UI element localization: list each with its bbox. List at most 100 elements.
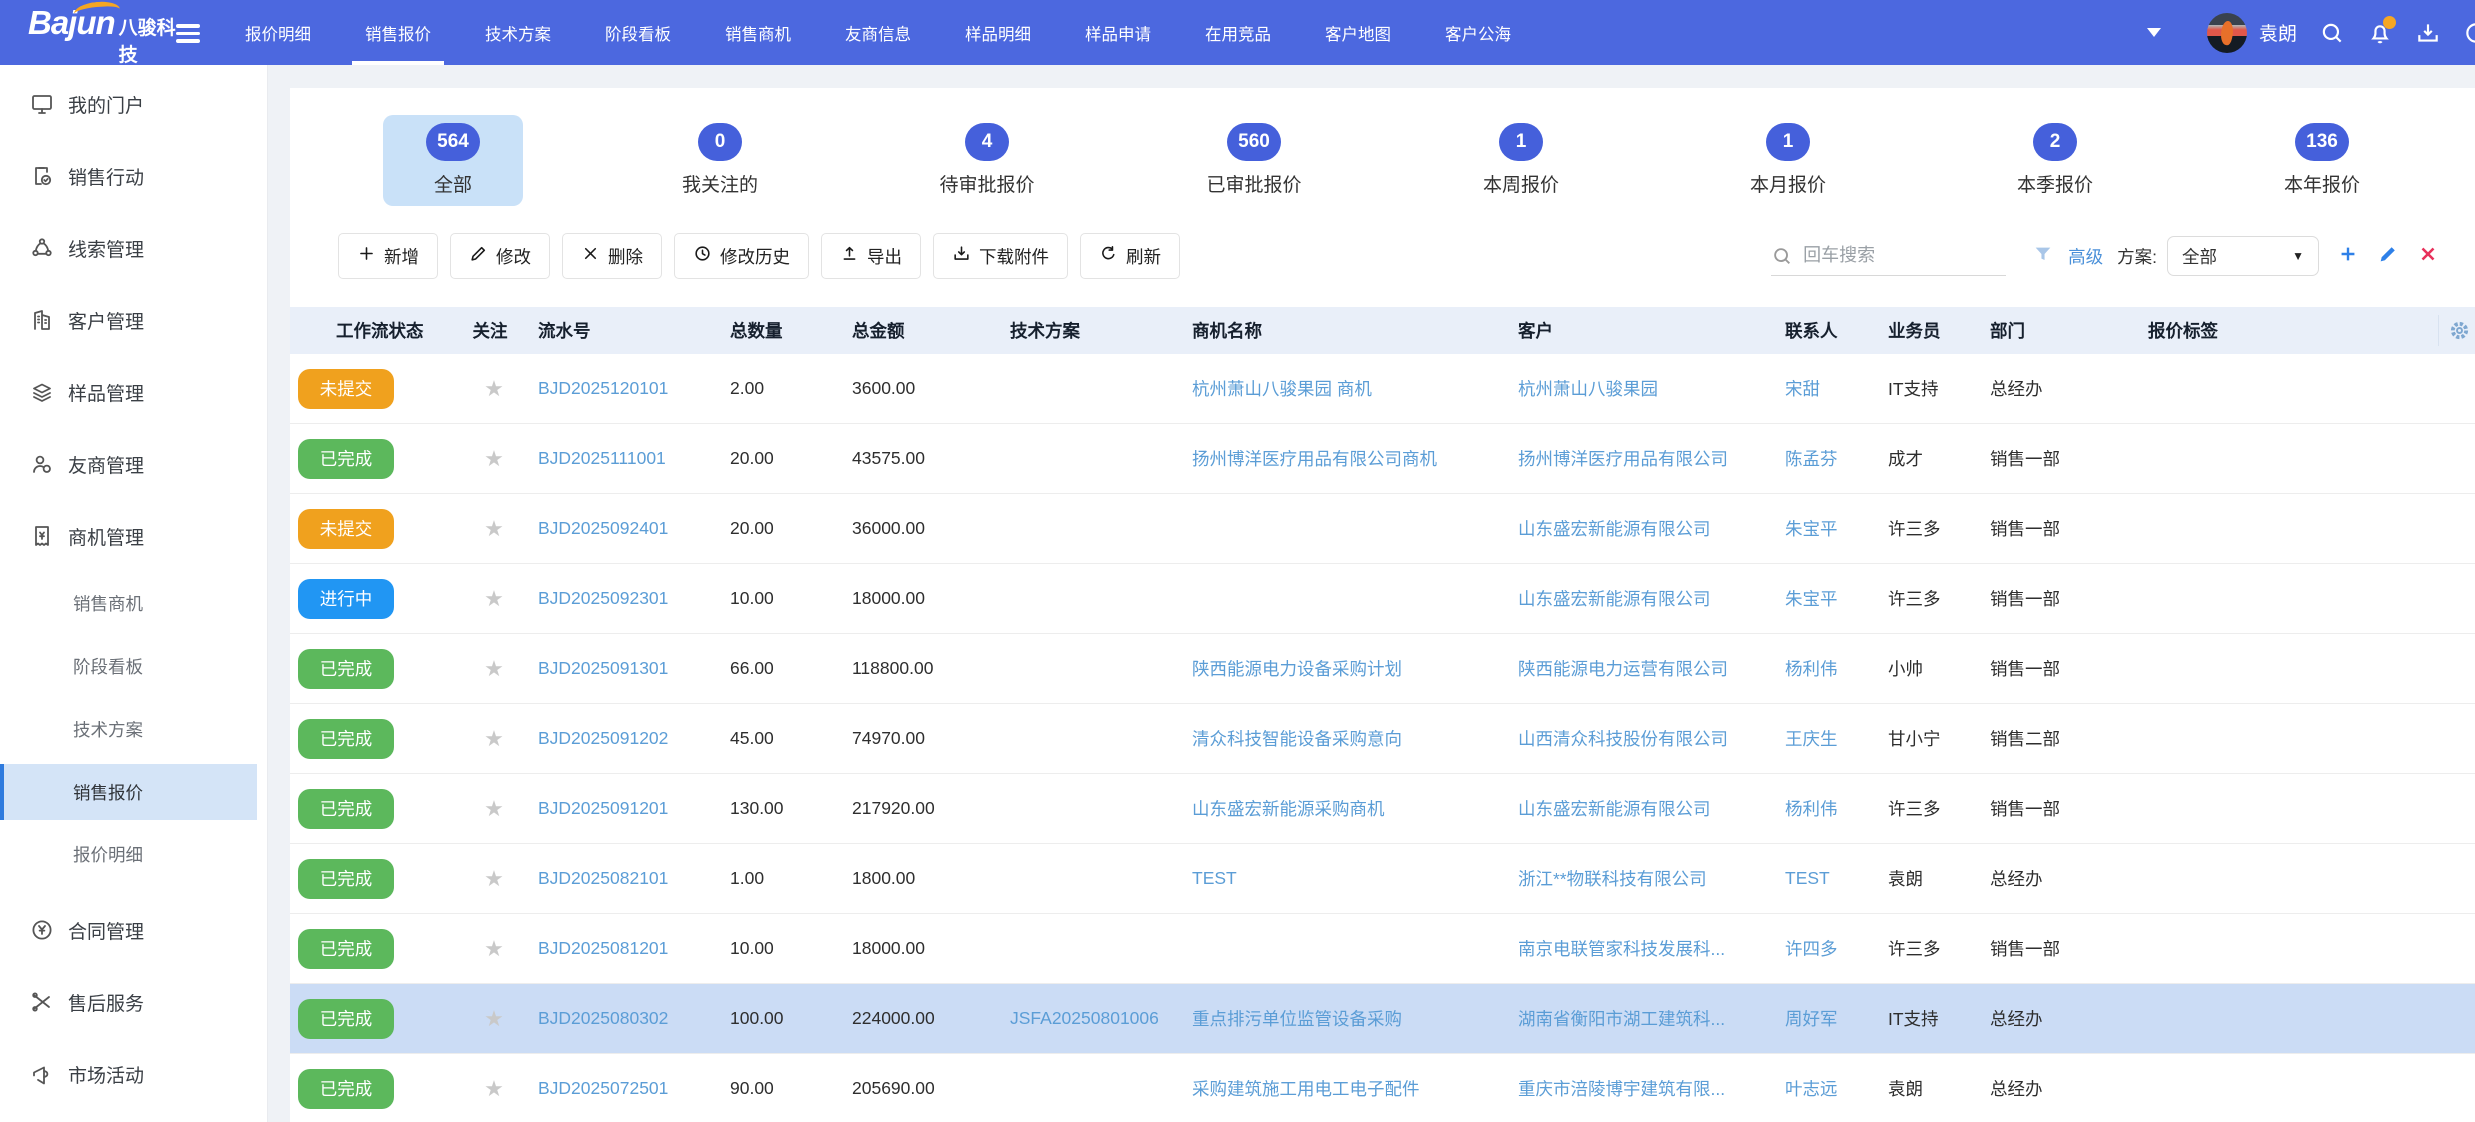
sidebar-item-opportunities[interactable]: 商机管理 <box>0 500 267 572</box>
sidebar-subitem[interactable]: 报价明细 <box>0 823 267 886</box>
favorite-star-icon[interactable]: ★ <box>484 1076 504 1101</box>
serial-link[interactable]: BJD2025081201 <box>538 938 668 958</box>
topbar-nav-item[interactable]: 报价明细 <box>218 0 338 65</box>
opportunity-link[interactable]: 重点排污单位监管设备采购 <box>1192 1009 1402 1029</box>
customer-link[interactable]: 山东盛宏新能源有限公司 <box>1518 589 1711 609</box>
topbar-nav-item[interactable]: 样品明细 <box>938 0 1058 65</box>
topbar-nav-item[interactable]: 阶段看板 <box>578 0 698 65</box>
sidebar-item-after-sales[interactable]: 售后服务 <box>0 966 267 1038</box>
table-row[interactable]: 已完成★BJD202509130166.00118800.00陕西能源电力设备采… <box>290 634 2475 704</box>
table-row[interactable]: 已完成★BJD202508120110.0018000.00南京电联管家科技发展… <box>290 914 2475 984</box>
table-settings-gear-icon[interactable] <box>2448 319 2471 347</box>
stat-tab[interactable]: 564全部 <box>383 115 523 206</box>
search-input[interactable] <box>1801 244 2006 267</box>
refresh-button[interactable]: 刷新 <box>1080 233 1180 279</box>
sidebar-item-customers[interactable]: 客户管理 <box>0 284 267 356</box>
filter-funnel-icon[interactable] <box>2032 243 2054 270</box>
favorite-star-icon[interactable]: ★ <box>484 726 504 751</box>
history-button[interactable]: 修改历史 <box>674 233 809 279</box>
stat-tab[interactable]: 560已审批报价 <box>1184 115 1324 206</box>
customer-link[interactable]: 重庆市涪陵博宇建筑有限... <box>1518 1079 1725 1099</box>
stat-tab[interactable]: 1本周报价 <box>1451 115 1591 206</box>
table-row[interactable]: 已完成★BJD202511100120.0043575.00扬州博洋医疗用品有限… <box>290 424 2475 494</box>
scheme-select[interactable]: 全部 ▼ <box>2167 236 2319 276</box>
favorite-star-icon[interactable]: ★ <box>484 516 504 541</box>
topbar-nav-item[interactable]: 客户地图 <box>1298 0 1418 65</box>
sidebar-item-partners[interactable]: 友商管理 <box>0 428 267 500</box>
serial-link[interactable]: BJD2025080302 <box>538 1008 668 1028</box>
stat-tab[interactable]: 1本月报价 <box>1718 115 1858 206</box>
favorite-star-icon[interactable]: ★ <box>484 796 504 821</box>
contact-link[interactable]: 王庆生 <box>1785 729 1838 749</box>
table-row[interactable]: 未提交★BJD202509240120.0036000.00山东盛宏新能源有限公… <box>290 494 2475 564</box>
stat-tab[interactable]: 2本季报价 <box>1985 115 2125 206</box>
export-button[interactable]: 导出 <box>821 233 921 279</box>
topbar-nav-item[interactable]: 友商信息 <box>818 0 938 65</box>
sidebar-item-samples[interactable]: 样品管理 <box>0 356 267 428</box>
favorite-star-icon[interactable]: ★ <box>484 376 504 401</box>
add-scheme-icon[interactable] <box>2337 243 2359 270</box>
hamburger-menu-icon[interactable] <box>176 20 200 44</box>
sidebar-subitem[interactable]: 销售商机 <box>0 572 267 635</box>
help-circle-icon[interactable] <box>2463 20 2475 46</box>
customer-link[interactable]: 杭州萧山八骏果园 <box>1518 379 1658 399</box>
favorite-star-icon[interactable]: ★ <box>484 656 504 681</box>
nav-overflow-caret-icon[interactable] <box>2147 28 2161 37</box>
contact-link[interactable]: 周好军 <box>1785 1009 1838 1029</box>
customer-link[interactable]: 陕西能源电力运营有限公司 <box>1518 659 1728 679</box>
table-row[interactable]: 已完成★BJD2025080302100.00224000.00JSFA2025… <box>290 984 2475 1054</box>
download-button[interactable]: 下载附件 <box>933 233 1068 279</box>
topbar-nav-item[interactable]: 销售商机 <box>698 0 818 65</box>
topbar-nav-item[interactable]: 技术方案 <box>458 0 578 65</box>
opportunity-link[interactable]: 清众科技智能设备采购意向 <box>1192 729 1402 749</box>
notification-bell-icon[interactable] <box>2367 20 2393 46</box>
customer-link[interactable]: 湖南省衡阳市湖工建筑科... <box>1518 1009 1725 1029</box>
table-row[interactable]: 已完成★BJD20250821011.001800.00TEST浙江**物联科技… <box>290 844 2475 914</box>
serial-link[interactable]: BJD2025092301 <box>538 588 668 608</box>
serial-link[interactable]: BJD2025111001 <box>538 448 666 468</box>
delete-scheme-icon[interactable] <box>2417 243 2439 270</box>
serial-link[interactable]: BJD2025091301 <box>538 658 668 678</box>
serial-link[interactable]: BJD2025120101 <box>538 378 668 398</box>
advanced-search-link[interactable]: 高级 <box>2068 244 2103 269</box>
table-row[interactable]: 已完成★BJD2025091201130.00217920.00山东盛宏新能源采… <box>290 774 2475 844</box>
download-icon[interactable] <box>2415 20 2441 46</box>
sidebar-subitem[interactable]: 技术方案 <box>0 698 267 761</box>
plus-button[interactable]: 新增 <box>338 233 438 279</box>
customer-link[interactable]: 山东盛宏新能源有限公司 <box>1518 799 1711 819</box>
sidebar-item-leads[interactable]: 线索管理 <box>0 212 267 284</box>
opportunity-link[interactable]: 采购建筑施工用电工电子配件 <box>1192 1079 1420 1099</box>
serial-link[interactable]: BJD2025091201 <box>538 798 668 818</box>
sidebar-subitem[interactable]: 阶段看板 <box>0 635 267 698</box>
sidebar-item-contracts[interactable]: 合同管理 <box>0 894 267 966</box>
customer-link[interactable]: 浙江**物联科技有限公司 <box>1518 869 1707 889</box>
edit-button[interactable]: 修改 <box>450 233 550 279</box>
favorite-star-icon[interactable]: ★ <box>484 866 504 891</box>
topbar-nav-item[interactable]: 客户公海 <box>1418 0 1538 65</box>
tech-plan-link[interactable]: JSFA20250801006 <box>1010 1008 1159 1028</box>
contact-link[interactable]: 宋甜 <box>1785 379 1820 399</box>
contact-link[interactable]: 陈孟芬 <box>1785 449 1838 469</box>
contact-link[interactable]: 叶志远 <box>1785 1079 1838 1099</box>
topbar-nav-item[interactable]: 样品申请 <box>1058 0 1178 65</box>
contact-link[interactable]: 朱宝平 <box>1785 519 1838 539</box>
serial-link[interactable]: BJD2025072501 <box>538 1078 668 1098</box>
stat-tab[interactable]: 136本年报价 <box>2252 115 2392 206</box>
stat-tab[interactable]: 4待审批报价 <box>917 115 1057 206</box>
user-name[interactable]: 袁朗 <box>2259 19 2297 46</box>
table-row[interactable]: 已完成★BJD202509120245.0074970.00清众科技智能设备采购… <box>290 704 2475 774</box>
customer-link[interactable]: 南京电联管家科技发展科... <box>1518 939 1725 959</box>
customer-link[interactable]: 山西清众科技股份有限公司 <box>1518 729 1728 749</box>
favorite-star-icon[interactable]: ★ <box>484 936 504 961</box>
serial-link[interactable]: BJD2025082101 <box>538 868 668 888</box>
contact-link[interactable]: 许四多 <box>1785 939 1838 959</box>
table-row[interactable]: 已完成★BJD202507250190.00205690.00采购建筑施工用电工… <box>290 1054 2475 1122</box>
stat-tab[interactable]: 0我关注的 <box>650 115 790 206</box>
favorite-star-icon[interactable]: ★ <box>484 1006 504 1031</box>
avatar[interactable] <box>2207 13 2247 53</box>
contact-link[interactable]: 杨利伟 <box>1785 659 1838 679</box>
table-row[interactable]: 未提交★BJD20251201012.003600.00杭州萧山八骏果园 商机杭… <box>290 354 2475 424</box>
favorite-star-icon[interactable]: ★ <box>484 586 504 611</box>
favorite-star-icon[interactable]: ★ <box>484 446 504 471</box>
sidebar-item-marketing[interactable]: 市场活动 <box>0 1038 267 1110</box>
